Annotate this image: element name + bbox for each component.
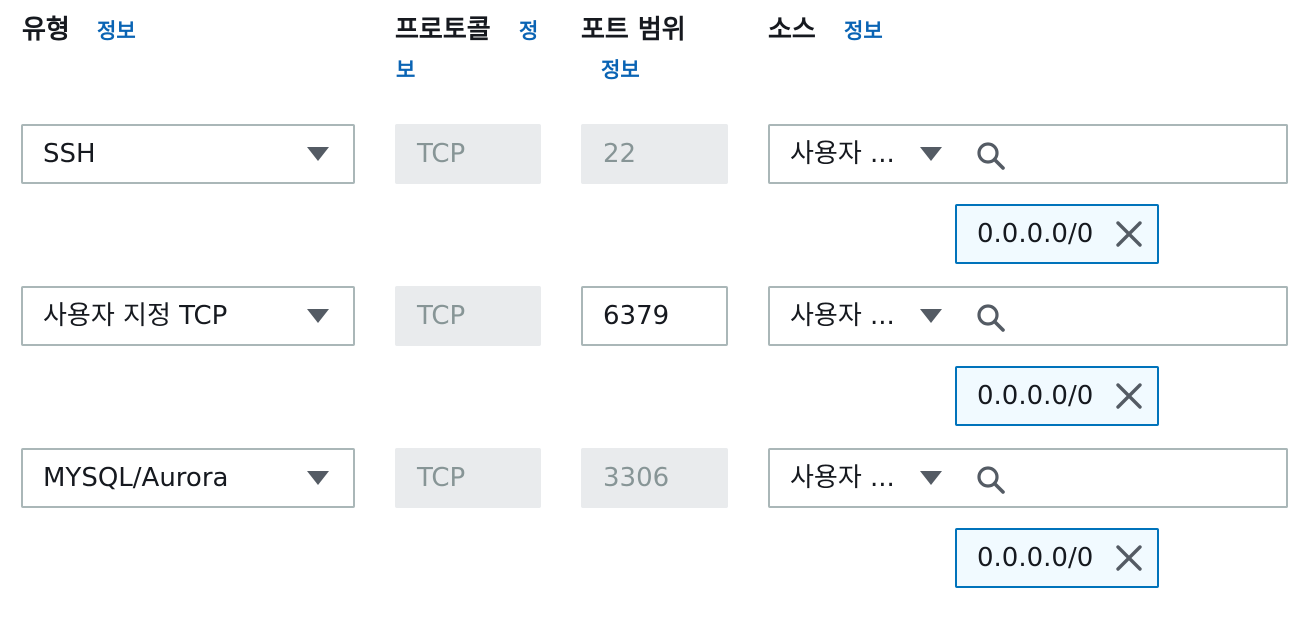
close-icon[interactable] [1115, 382, 1143, 410]
source-cidr-value: 0.0.0.0/0 [977, 381, 1094, 411]
protocol-info-link[interactable]: 정 [519, 16, 538, 46]
search-icon [977, 304, 1005, 332]
caret-down-icon [307, 147, 329, 161]
protocol-value: TCP [417, 139, 466, 169]
source-info-link[interactable]: 정보 [844, 16, 883, 46]
port-range-value: 6379 [603, 301, 670, 331]
caret-down-icon [920, 147, 942, 161]
source-type-value: 사용자 ... [790, 463, 895, 493]
security-group-rules: 유형 정보 프로토콜 정 보 포트 범위 정보 소스 정보 SSH TCP 22… [0, 0, 1312, 622]
type-select-value: MYSQL/Aurora [43, 463, 229, 493]
source-cidr-value: 0.0.0.0/0 [977, 219, 1094, 249]
protocol-value: TCP [417, 301, 466, 331]
source-cidr-token: 0.0.0.0/0 [955, 204, 1159, 264]
source-column-header: 소스 [768, 15, 816, 45]
source-cidr-value: 0.0.0.0/0 [977, 543, 1094, 573]
protocol-info-link-wrap[interactable]: 보 [396, 55, 415, 85]
source-cidr-token: 0.0.0.0/0 [955, 528, 1159, 588]
source-search-input[interactable] [1020, 296, 1274, 338]
type-select-value: 사용자 지정 TCP [43, 301, 228, 331]
protocol-value: TCP [417, 463, 466, 493]
port-range-field: 3306 [581, 448, 728, 508]
type-column-header: 유형 [22, 15, 70, 45]
type-select[interactable]: 사용자 지정 TCP [21, 286, 355, 346]
caret-down-icon [920, 309, 942, 323]
source-type-select[interactable]: 사용자 ... [768, 124, 958, 184]
search-icon [977, 466, 1005, 494]
port-range-value: 22 [603, 139, 637, 169]
source-type-value: 사용자 ... [790, 301, 895, 331]
close-icon[interactable] [1115, 220, 1143, 248]
source-type-value: 사용자 ... [790, 139, 895, 169]
type-select[interactable]: SSH [21, 124, 355, 184]
caret-down-icon [307, 471, 329, 485]
source-cidr-token: 0.0.0.0/0 [955, 366, 1159, 426]
port-range-info-link[interactable]: 정보 [601, 55, 640, 85]
caret-down-icon [920, 471, 942, 485]
protocol-field: TCP [395, 286, 541, 346]
source-type-select[interactable]: 사용자 ... [768, 286, 958, 346]
type-select[interactable]: MYSQL/Aurora [21, 448, 355, 508]
search-icon [977, 142, 1005, 170]
source-search-field[interactable] [956, 286, 1288, 346]
port-range-value: 3306 [603, 463, 670, 493]
source-search-field[interactable] [956, 124, 1288, 184]
source-search-input[interactable] [1020, 134, 1274, 176]
protocol-column-header: 프로토콜 [395, 15, 491, 45]
caret-down-icon [307, 309, 329, 323]
type-select-value: SSH [43, 139, 96, 169]
port-range-field: 22 [581, 124, 728, 184]
source-type-select[interactable]: 사용자 ... [768, 448, 958, 508]
source-search-input[interactable] [1020, 458, 1274, 500]
port-range-column-header: 포트 범위 [581, 15, 686, 45]
port-range-input[interactable]: 6379 [581, 286, 728, 346]
protocol-field: TCP [395, 124, 541, 184]
type-info-link[interactable]: 정보 [97, 16, 136, 46]
close-icon[interactable] [1115, 544, 1143, 572]
protocol-field: TCP [395, 448, 541, 508]
source-search-field[interactable] [956, 448, 1288, 508]
